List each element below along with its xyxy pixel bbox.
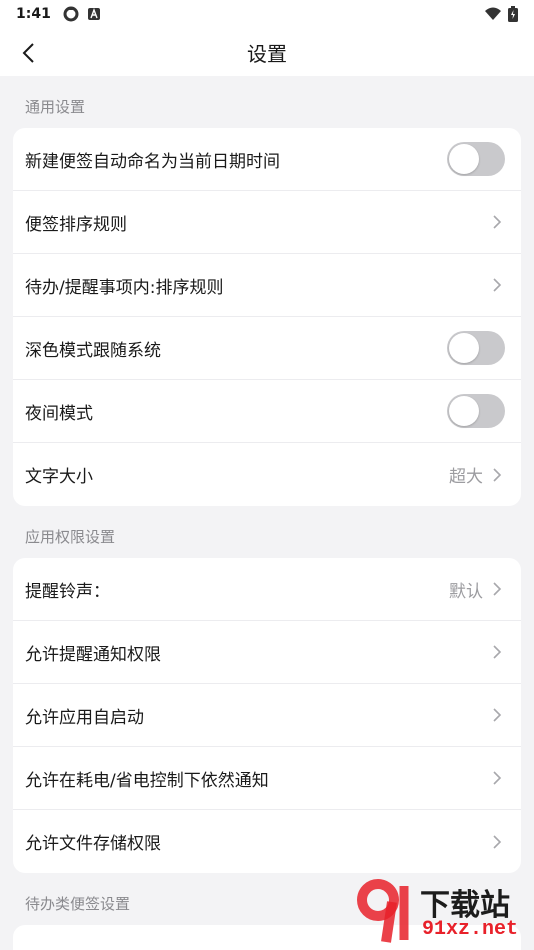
- wifi-icon: [485, 7, 501, 20]
- battery-icon: [508, 6, 518, 22]
- chevron-right-icon: [489, 644, 505, 660]
- row-notification-permission[interactable]: 允许提醒通知权限: [13, 621, 521, 684]
- settings-content: 通用设置 新建便签自动命名为当前日期时间 便签排序规则 待办/提醒事项内:排序规…: [0, 76, 534, 950]
- row-auto-name-date[interactable]: 新建便签自动命名为当前日期时间: [13, 128, 521, 191]
- chevron-right-icon: [489, 770, 505, 786]
- row-todo-sort-rule[interactable]: 待办/提醒事项内:排序规则: [13, 254, 521, 317]
- toggle-knob: [449, 144, 479, 174]
- night-mode-toggle[interactable]: [447, 394, 505, 428]
- status-icons-left: [63, 6, 101, 22]
- chevron-right-icon: [489, 707, 505, 723]
- chevron-right-icon: [489, 834, 505, 850]
- row-label: 新建便签自动命名为当前日期时间: [25, 151, 280, 172]
- toggle-knob: [449, 396, 479, 426]
- row-night-mode[interactable]: 夜间模式: [13, 380, 521, 443]
- row-label: 深色模式跟随系统: [25, 340, 161, 361]
- back-arrow-icon: [22, 43, 34, 63]
- chevron-right-icon: [489, 214, 505, 230]
- chevron-right-icon: [489, 467, 505, 483]
- settings-card-permissions: 提醒铃声： 默认 允许提醒通知权限 允许应用自启动 允许在耗电/省电控制下依然通…: [13, 558, 521, 873]
- status-bar: 1:41: [0, 0, 534, 28]
- row-dark-mode-follow-system[interactable]: 深色模式跟随系统: [13, 317, 521, 380]
- row-battery-saver-notify[interactable]: 允许在耗电/省电控制下依然通知: [13, 747, 521, 810]
- row-label: 提醒铃声：: [25, 581, 110, 602]
- row-note-sort-rule[interactable]: 便签排序规则: [13, 191, 521, 254]
- page-title: 设置: [247, 41, 287, 66]
- watermark-logo-icon: [357, 879, 409, 943]
- row-label: 文字大小: [25, 467, 93, 487]
- section-label-general: 通用设置: [25, 98, 86, 116]
- auto-name-toggle[interactable]: [447, 142, 505, 176]
- row-label: 夜间模式: [25, 403, 93, 424]
- settings-card-general: 新建便签自动命名为当前日期时间 便签排序规则 待办/提醒事项内:排序规则 深色模…: [13, 128, 521, 506]
- dark-mode-follow-toggle[interactable]: [447, 331, 505, 365]
- row-label: 允许文件存储权限: [25, 834, 161, 854]
- app-bar: 设置: [0, 28, 534, 76]
- app-a-icon: [87, 8, 100, 20]
- chevron-right-icon: [489, 277, 505, 293]
- sync-icon: [63, 6, 79, 22]
- row-label: 待办/提醒事项内:排序规则: [25, 277, 224, 298]
- font-size-value: 超大: [449, 467, 483, 487]
- toggle-knob: [449, 333, 479, 363]
- section-label-permissions: 应用权限设置: [25, 528, 116, 546]
- watermark-url: 91xz.net: [422, 918, 519, 941]
- row-storage-permission[interactable]: 允许文件存储权限: [13, 810, 521, 873]
- row-reminder-ringtone[interactable]: 提醒铃声： 默认: [13, 558, 521, 621]
- row-font-size[interactable]: 文字大小 超大: [13, 443, 521, 506]
- chevron-right-icon: [489, 581, 505, 597]
- status-icons-right: [484, 6, 518, 22]
- row-label: 允许应用自启动: [25, 707, 144, 728]
- watermark: 下载站 91xz.net: [356, 878, 528, 948]
- status-time: 1:41: [16, 6, 51, 22]
- row-label: 便签排序规则: [25, 214, 127, 235]
- back-button[interactable]: [14, 38, 44, 68]
- row-label: 允许在耗电/省电控制下依然通知: [25, 770, 269, 791]
- row-label: 允许提醒通知权限: [25, 644, 161, 665]
- ringtone-value: 默认: [449, 581, 483, 602]
- row-autostart-permission[interactable]: 允许应用自启动: [13, 684, 521, 747]
